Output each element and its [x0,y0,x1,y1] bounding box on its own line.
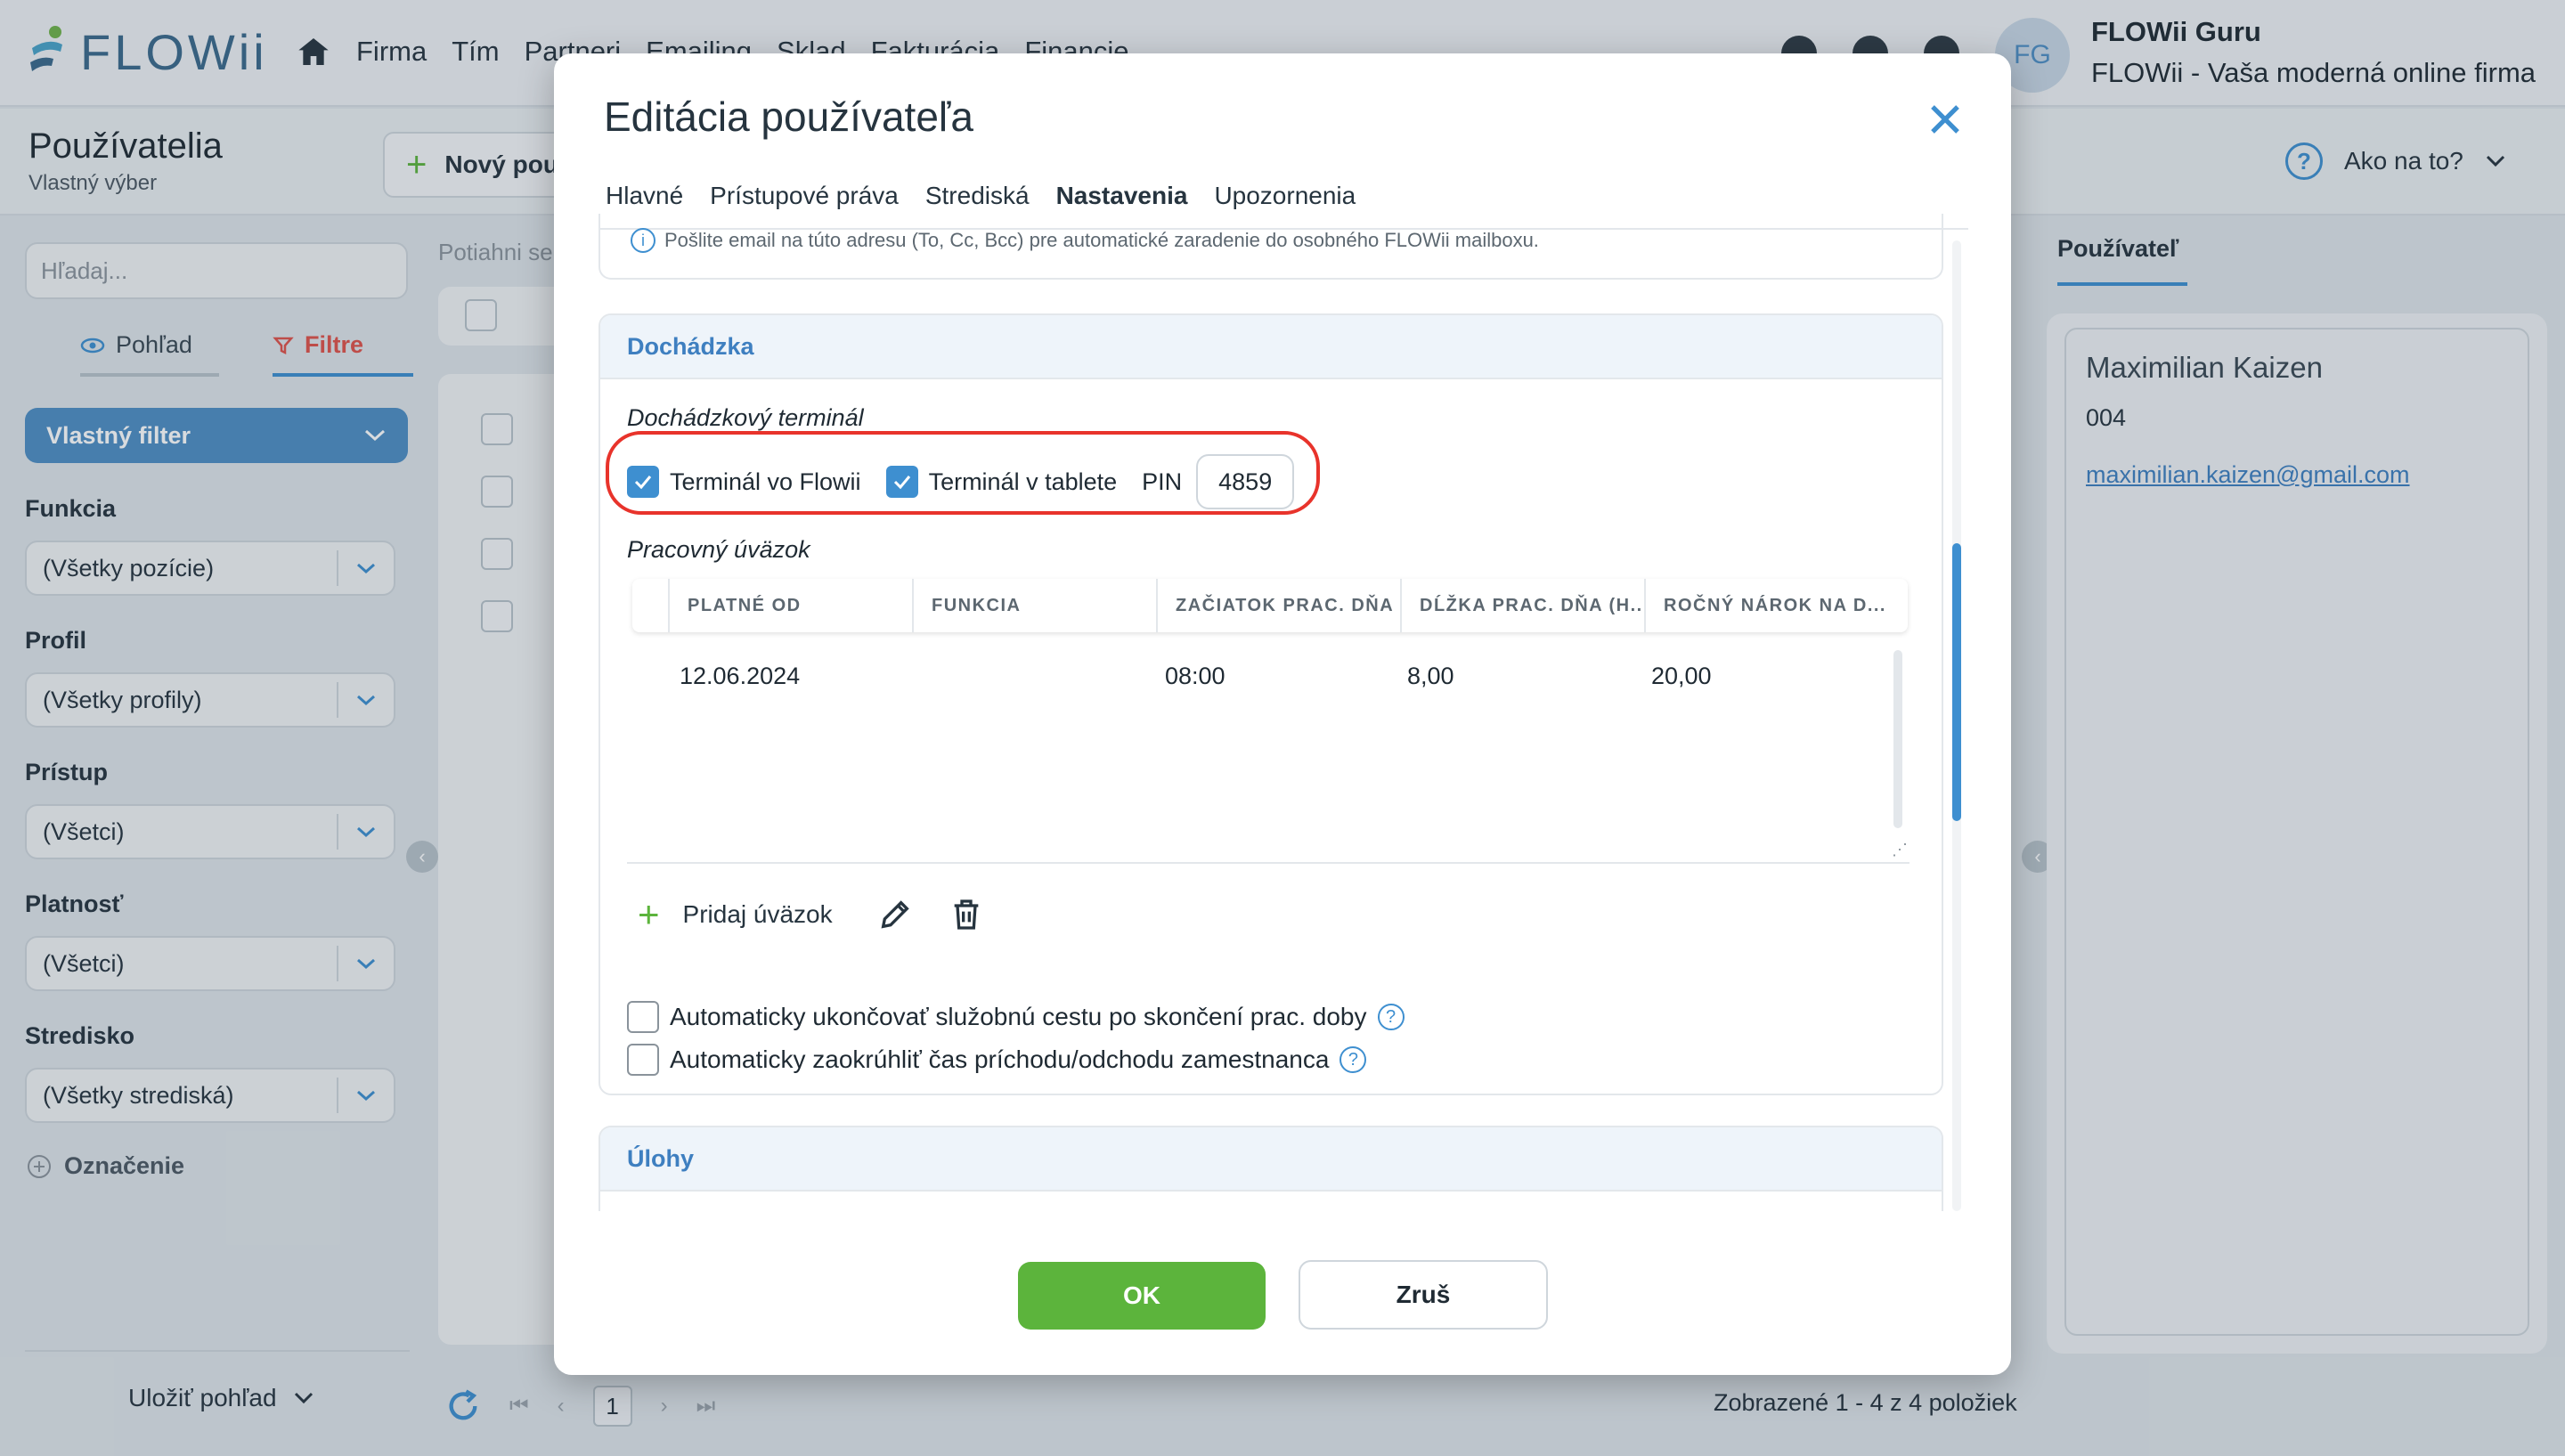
cancel-button[interactable]: Zruš [1299,1260,1548,1330]
close-icon[interactable] [1924,98,1966,141]
question-icon[interactable]: ? [1377,1004,1405,1030]
terminal-tablet-checkbox[interactable] [885,466,918,498]
trash-icon[interactable] [949,897,984,932]
pencil-icon[interactable] [877,897,913,932]
terminal-tablet-label: Terminál v tablete [928,468,1118,495]
cell-narok: 20,00 [1651,663,1712,689]
pin-input[interactable]: 4859 [1196,454,1295,509]
table-row[interactable]: 12.06.2024 08:00 8,00 20,00 [677,663,1888,698]
check-icon [893,476,910,490]
mailbox-info-text: Pošlite email na túto adresu (To, Cc, Bc… [664,229,1539,251]
terminal-label: Dochádzkový terminál [627,404,864,431]
check-icon [634,476,652,490]
option-round-time: Automaticky zaokrúhliť čas príchodu/odch… [627,1044,1367,1076]
add-workload-button[interactable]: + Pridaj úväzok [638,896,833,933]
add-workload-label: Pridaj úväzok [682,900,833,928]
column-header[interactable]: ROČNÝ NÁROK NA D... [1646,579,1892,632]
grid-header-spacer [632,579,670,632]
cell-dlzka: 8,00 [1407,663,1454,689]
ok-button[interactable]: OK [1018,1262,1266,1330]
dialog-scrollbar-thumb[interactable] [1952,543,1961,821]
round-time-label: Automaticky zaokrúhliť čas príchodu/odch… [670,1045,1330,1073]
terminal-flowii-checkbox[interactable] [627,466,659,498]
dialog-title: Editácia používateľa [604,94,973,140]
attendance-header [600,315,1942,379]
tasks-title: Úlohy [627,1145,695,1172]
grid-scrollbar[interactable] [1893,650,1902,828]
mailbox-info: i Pošlite email na túto adresu (To, Cc, … [631,228,1539,253]
workload-grid-header: PLATNÉ OD FUNKCIA ZAČIATOK PRAC. DŇA DĹŽ… [632,579,1908,632]
workload-label: Pracovný úväzok [627,536,810,563]
column-header[interactable]: DĹŽKA PRAC. DŇA (H... [1402,579,1646,632]
terminal-row: Terminál vo Flowii Terminál v tablete PI… [627,454,1295,509]
column-header[interactable]: PLATNÉ OD [670,579,914,632]
question-icon[interactable]: ? [1340,1046,1367,1073]
content-fade [570,1211,1995,1238]
column-header[interactable]: ZAČIATOK PRAC. DŇA [1158,579,1402,632]
round-time-checkbox[interactable] [627,1044,659,1076]
resize-handle-icon[interactable]: ⋰ [1892,841,1908,859]
end-trip-label: Automaticky ukončovať služobnú cestu po … [670,1003,1367,1030]
workload-actions: + Pridaj úväzok [638,896,984,933]
terminal-flowii-label: Terminál vo Flowii [670,468,861,495]
cell-zaciatok: 08:00 [1165,663,1226,689]
end-trip-checkbox[interactable] [627,1001,659,1033]
attendance-title: Dochádzka [627,333,754,360]
cell-platne-od: 12.06.2024 [680,663,801,689]
plus-icon: + [638,893,660,935]
tasks-header [600,1127,1942,1192]
column-header[interactable]: FUNKCIA [914,579,1158,632]
option-end-trip: Automaticky ukončovať služobnú cestu po … [627,1001,1405,1033]
pin-label: PIN [1142,468,1183,495]
info-icon: i [631,228,656,253]
